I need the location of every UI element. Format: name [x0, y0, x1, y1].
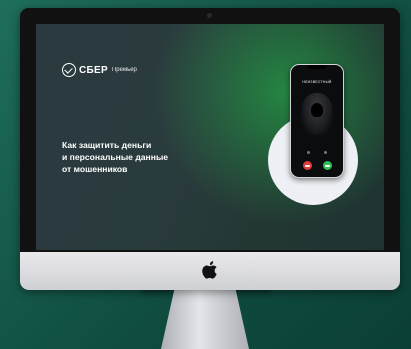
brand-logo: СБЕР Премьер — [62, 63, 137, 77]
scene: СБЕР Премьер Как защитить деньги и персо… — [0, 0, 411, 349]
monitor: СБЕР Премьер Как защитить деньги и персо… — [20, 8, 400, 290]
headline-line-3: от мошенников — [62, 164, 128, 174]
sber-check-icon — [62, 63, 76, 77]
caller-label: НЕИЗВЕСТНЫЙ — [302, 80, 332, 84]
monitor-stand — [161, 290, 249, 349]
smartphone: НЕИЗВЕСТНЫЙ — [290, 64, 344, 178]
headline: Как защитить деньги и персональные данны… — [62, 139, 212, 175]
call-options — [291, 151, 343, 154]
headline-line-1: Как защитить деньги — [62, 140, 152, 150]
headline-line-2: и персональные данные — [62, 152, 169, 162]
screen: СБЕР Премьер Как защитить деньги и персо… — [36, 24, 384, 250]
accept-call-icon[interactable] — [322, 161, 332, 170]
monitor-bezel: СБЕР Премьер Как защитить деньги и персо… — [20, 8, 400, 262]
option-dot — [324, 151, 327, 154]
call-buttons — [291, 161, 343, 170]
brand-sub: Премьер — [111, 67, 137, 73]
camera-dot — [207, 13, 212, 18]
hooded-face — [311, 103, 323, 117]
apple-logo-icon — [202, 261, 217, 279]
option-dot — [307, 151, 310, 154]
phone-notch — [307, 65, 327, 69]
monitor-chin — [20, 252, 400, 290]
decline-call-icon[interactable] — [302, 161, 312, 170]
brand-name: СБЕР — [79, 64, 108, 76]
